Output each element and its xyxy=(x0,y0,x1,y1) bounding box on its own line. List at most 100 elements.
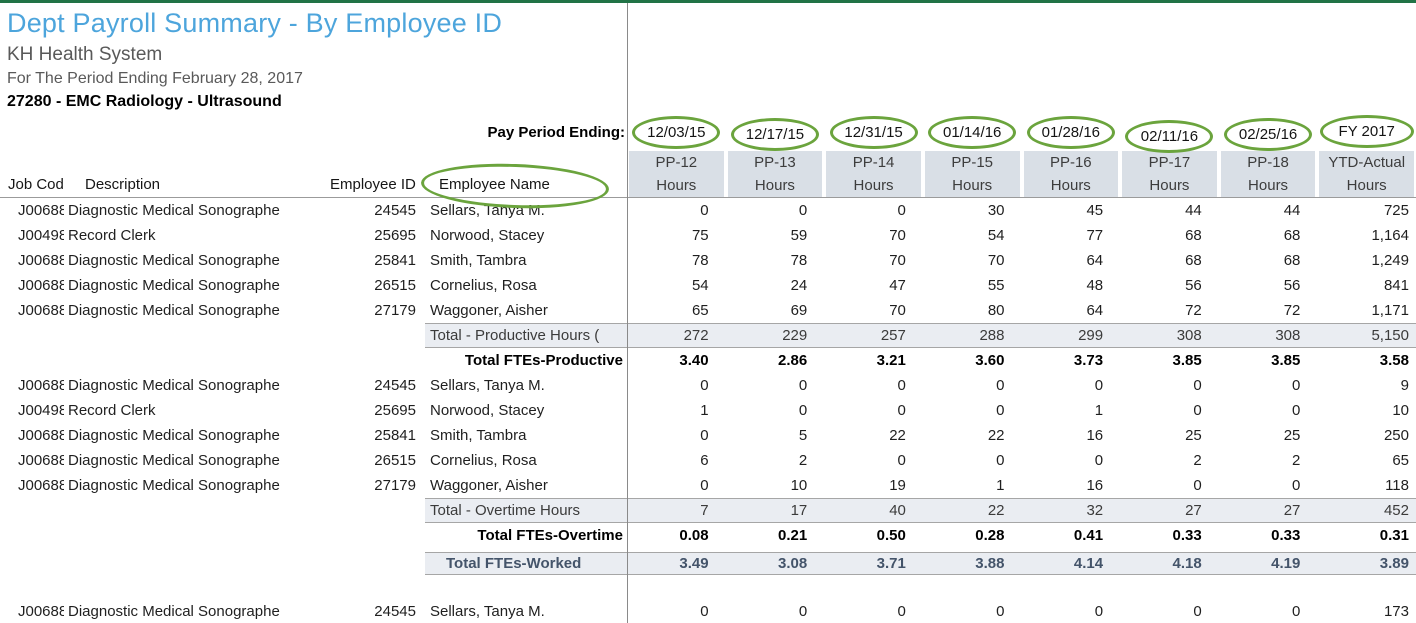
hours-value-cell: 3.21 xyxy=(824,352,923,369)
hours-value-cell: 250 xyxy=(1317,427,1416,444)
employee-row: J00688Diagnostic Medical Sonographe24545… xyxy=(0,373,1416,398)
top-border-line xyxy=(0,0,1416,3)
hours-value-cell: 0.33 xyxy=(1120,527,1219,544)
column-header-box: PP-14Hours xyxy=(826,151,921,197)
job-code-cell: J00498 xyxy=(0,402,64,419)
column-header-cell: PP-13Hours xyxy=(726,151,825,197)
column-header-box: PP-13Hours xyxy=(728,151,823,197)
column-header-box: PP-16Hours xyxy=(1024,151,1119,197)
hours-value-cell: 1,164 xyxy=(1317,227,1416,244)
column-header-box: PP-15Hours xyxy=(925,151,1020,197)
hours-value-cell: 64 xyxy=(1022,252,1121,269)
job-code-cell: J00688 xyxy=(0,477,64,494)
total-ftes-productive-row: Total FTEs-Productive3.402.863.213.603.7… xyxy=(0,348,1416,373)
employee-name-cell: Waggoner, Aisher xyxy=(418,477,627,494)
column-header-cell: PP-15Hours xyxy=(923,151,1022,197)
column-header-cell: YTD-ActualHours xyxy=(1317,151,1416,197)
hours-value-cell: 0 xyxy=(923,603,1022,620)
hours-value-cell: 10 xyxy=(1317,402,1416,419)
hours-value-cell: 10 xyxy=(726,477,825,494)
employee-name-cell: Smith, Tambra xyxy=(418,427,627,444)
period-code-label: PP-15 xyxy=(925,154,1020,171)
hours-value-cell: 0 xyxy=(627,202,726,219)
pay-period-date-cell: 12/03/15 xyxy=(627,116,726,149)
hours-value-cell: 257 xyxy=(824,327,923,344)
hours-value-cell: 0 xyxy=(923,402,1022,419)
column-header-box: PP-18Hours xyxy=(1221,151,1316,197)
hours-value-cell: 2 xyxy=(726,452,825,469)
annotation-circle: 12/03/15 xyxy=(632,116,720,149)
hours-value-cell: 65 xyxy=(1317,452,1416,469)
employee-row: J00688Diagnostic Medical Sonographe24545… xyxy=(0,198,1416,223)
report-table-body: J00688Diagnostic Medical Sonographe24545… xyxy=(0,198,1416,623)
hours-value-cell: 0 xyxy=(1022,452,1121,469)
job-code-cell: J00688 xyxy=(0,377,64,394)
description-cell: Diagnostic Medical Sonographe xyxy=(64,202,330,219)
hours-value-cell: 45 xyxy=(1022,202,1121,219)
employee-name-cell: Waggoner, Aisher xyxy=(418,302,627,319)
hours-value-cell: 1 xyxy=(1022,402,1121,419)
column-header-box: PP-17Hours xyxy=(1122,151,1217,197)
pay-period-ending-label: Pay Period Ending: xyxy=(0,124,627,141)
employee-name-cell: Sellars, Tanya M. xyxy=(418,603,627,620)
hours-value-cell: 9 xyxy=(1317,377,1416,394)
hours-value-cell: 0.41 xyxy=(1022,527,1121,544)
hours-value-cell: 299 xyxy=(1022,327,1121,344)
employee-id-cell: 25841 xyxy=(330,252,418,269)
hours-value-cell: 0 xyxy=(1120,402,1219,419)
table-header-row: Job Code Description Employee ID Employe… xyxy=(0,151,1416,198)
hours-value-cell: 25 xyxy=(1219,427,1318,444)
description-cell: Diagnostic Medical Sonographe xyxy=(64,452,330,469)
hours-value-cell: 1,171 xyxy=(1317,302,1416,319)
description-cell: Record Clerk xyxy=(64,227,330,244)
description-cell: Diagnostic Medical Sonographe xyxy=(64,302,330,319)
column-header-cell: PP-14Hours xyxy=(824,151,923,197)
employee-id-cell: 24545 xyxy=(330,377,418,394)
hours-value-cell: 72 xyxy=(1120,302,1219,319)
hours-value-cell: 54 xyxy=(923,227,1022,244)
hours-value-cell: 70 xyxy=(824,227,923,244)
total-overtime-hours-row: Total - Overtime Hours7174022322727452 xyxy=(0,498,1416,523)
hours-unit-label: Hours xyxy=(1122,177,1217,194)
hours-unit-label: Hours xyxy=(1221,177,1316,194)
pay-period-date-cell: 01/28/16 xyxy=(1022,116,1121,149)
hours-value-cell: 0 xyxy=(824,452,923,469)
hours-value-cell: 0 xyxy=(627,603,726,620)
header-description: Description xyxy=(64,176,330,197)
hours-value-cell: 75 xyxy=(627,227,726,244)
hours-value-cell: 0 xyxy=(1022,377,1121,394)
employee-row: J00688Diagnostic Medical Sonographe27179… xyxy=(0,298,1416,323)
hours-value-cell: 0 xyxy=(627,377,726,394)
job-code-cell: J00688 xyxy=(0,452,64,469)
hours-value-cell: 68 xyxy=(1219,252,1318,269)
total-ftes-overtime-row-label: Total FTEs-Overtime xyxy=(418,527,627,544)
hours-value-cell: 3.49 xyxy=(627,555,726,572)
hours-value-cell: 725 xyxy=(1317,202,1416,219)
pay-period-date: 02/11/16 xyxy=(1141,128,1198,145)
hours-value-cell: 0 xyxy=(1120,477,1219,494)
annotation-circle: 01/28/16 xyxy=(1027,116,1115,149)
hours-value-cell: 32 xyxy=(1022,502,1121,519)
hours-value-cell: 2 xyxy=(1120,452,1219,469)
description-cell: Record Clerk xyxy=(64,402,330,419)
hours-value-cell: 78 xyxy=(627,252,726,269)
hours-value-cell: 0 xyxy=(726,377,825,394)
header-employee-id: Employee ID xyxy=(330,176,418,197)
employee-row: J00688Diagnostic Medical Sonographe26515… xyxy=(0,273,1416,298)
employee-name-cell: Norwood, Stacey xyxy=(418,402,627,419)
description-cell: Diagnostic Medical Sonographe xyxy=(64,603,330,620)
hours-value-cell: 24 xyxy=(726,277,825,294)
payroll-report-page: Dept Payroll Summary - By Employee ID KH… xyxy=(0,0,1416,623)
hours-value-cell: 118 xyxy=(1317,477,1416,494)
employee-id-cell: 24545 xyxy=(330,202,418,219)
employee-row: J00498Record Clerk25695Norwood, Stacey75… xyxy=(0,223,1416,248)
employee-name-cell: Cornelius, Rosa xyxy=(418,277,627,294)
report-period: For The Period Ending February 28, 2017 xyxy=(7,70,1416,88)
hours-value-cell: 0.50 xyxy=(824,527,923,544)
description-cell: Diagnostic Medical Sonographe xyxy=(64,377,330,394)
hours-value-cell: 16 xyxy=(1022,477,1121,494)
hours-value-cell: 0.28 xyxy=(923,527,1022,544)
hours-value-cell: 22 xyxy=(923,502,1022,519)
employee-row: J00498Record Clerk25695Norwood, Stacey10… xyxy=(0,398,1416,423)
period-code-label: PP-12 xyxy=(629,154,724,171)
